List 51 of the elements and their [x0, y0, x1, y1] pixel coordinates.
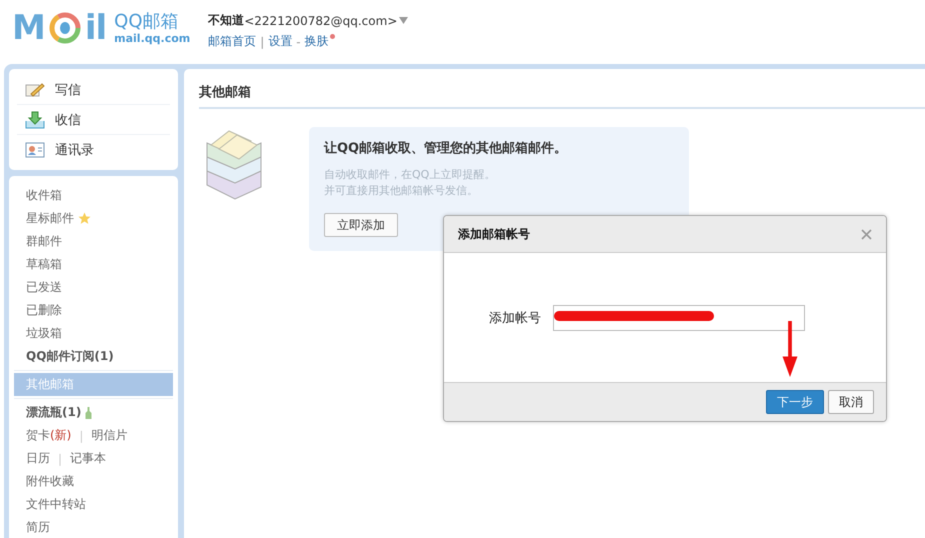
dialog-button[interactable]: 下一步 [766, 390, 824, 414]
account-email: <2221200782@qq.com> [244, 14, 398, 28]
folder-link[interactable]: 已发送 [26, 279, 62, 296]
folder-link[interactable]: 星标邮件 [26, 210, 74, 227]
folder-link[interactable]: 群邮件 [26, 233, 62, 250]
star-icon [78, 212, 91, 225]
folder-link[interactable]: 日历 [26, 450, 50, 467]
header-link[interactable]: 设置 [268, 33, 292, 50]
promo-text: 并可直接用其他邮箱帐号发信。 [324, 183, 479, 199]
dialog-button[interactable]: 取消 [828, 390, 874, 414]
separator: | [260, 34, 264, 48]
pencil-icon [25, 82, 45, 98]
sidebar-action[interactable]: 通讯录 [17, 135, 170, 164]
separator: - [296, 34, 301, 48]
logo-letters: il [84, 8, 106, 48]
penguin-ring-logo-icon [48, 12, 81, 44]
folder-link[interactable]: 收件箱 [26, 187, 62, 204]
folder-link[interactable]: 漂流瓶(1) [26, 404, 82, 421]
folder-link[interactable]: 贺卡(新) [26, 427, 72, 444]
header-link[interactable]: 换肤 [304, 33, 335, 50]
sidebar-action[interactable]: 收信 [17, 105, 170, 135]
inbox-download-icon [25, 110, 45, 128]
notification-dot [330, 34, 335, 39]
promo-heading: 让QQ邮箱收取、管理您的其他邮箱邮件。 [324, 140, 568, 157]
folder-link[interactable]: 草稿箱 [26, 256, 62, 273]
folder-link[interactable]: 已删除 [26, 302, 62, 319]
page-title: 其他邮箱 [199, 83, 925, 109]
sidebar-action[interactable]: 写信 [17, 75, 170, 105]
account-name: 不知道 [208, 12, 244, 29]
folder-link[interactable]: 垃圾箱 [26, 325, 62, 342]
folder-link[interactable]: 附件收藏 [26, 473, 74, 490]
logo-name: QQ邮箱 [114, 12, 180, 32]
down-arrow-annotation [781, 321, 799, 377]
bottle-icon [85, 406, 92, 418]
separator: | [79, 428, 84, 442]
folder-link[interactable]: 简历 [26, 519, 50, 536]
separator: | [58, 452, 62, 466]
folder-link[interactable]: QQ邮件订阅(1) [26, 348, 114, 365]
dialog-title: 添加邮箱帐号 [458, 226, 530, 242]
folder-link[interactable]: 文件中转站 [26, 496, 86, 513]
folder-link[interactable]: 记事本 [70, 450, 106, 467]
promo-text: 自动收取邮件，在QQ上立即提醒。 [324, 167, 496, 183]
folder-link[interactable]: 明信片 [91, 427, 128, 444]
caret-icon[interactable] [399, 17, 408, 24]
header-link[interactable]: 邮箱首页 [208, 33, 256, 50]
logo-domain: mail.qq.com [114, 32, 190, 44]
contact-card-icon [25, 142, 45, 158]
close-icon[interactable] [861, 228, 872, 240]
logo-letter: M [12, 8, 45, 48]
add-now-button[interactable]: 立即添加 [324, 213, 398, 237]
field-label: 添加帐号 [489, 310, 541, 326]
